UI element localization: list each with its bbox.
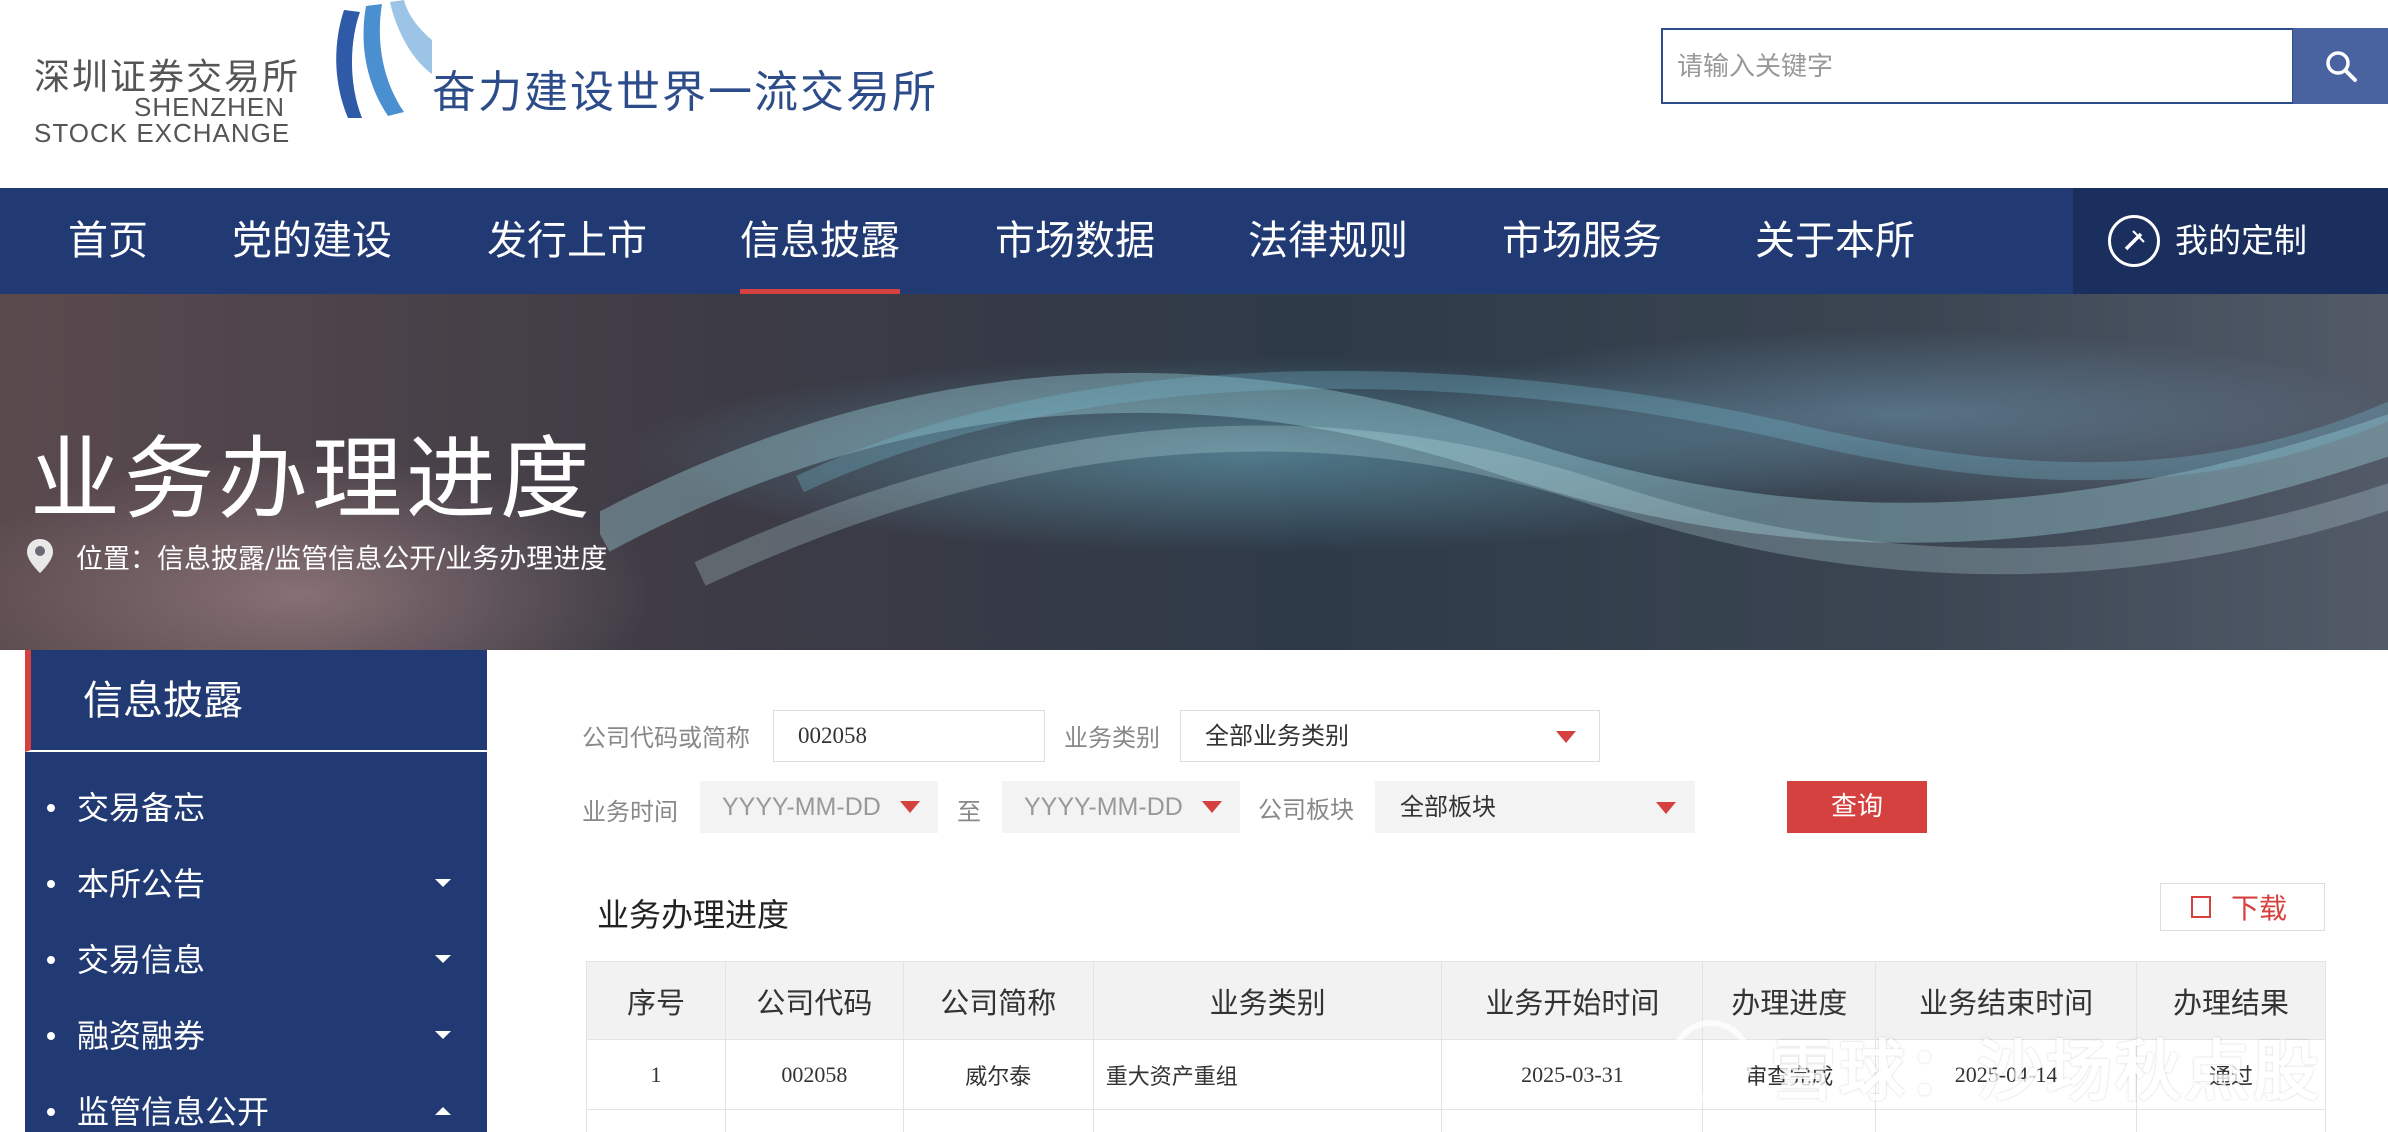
time-label: 业务时间 — [582, 798, 678, 826]
results-title: 业务办理进度 — [597, 896, 790, 934]
date-to-placeholder: YYYY-MM-DD — [1024, 793, 1183, 821]
date-from-input[interactable]: YYYY-MM-DD — [700, 781, 938, 833]
search-input[interactable] — [1663, 30, 2293, 102]
dropdown-arrow-icon — [1202, 801, 1222, 813]
column-header: 业务开始时间 — [1441, 961, 1704, 1040]
page-banner: 业务办理进度 位置：信息披露/监管信息公开/业务办理进度 — [0, 294, 2388, 650]
main-nav: 首页 党的建设 发行上市 信息披露 市场数据 法律规则 市场服务 关于本所 我的… — [0, 188, 2388, 294]
chevron-down-icon — [435, 879, 451, 887]
board-label: 公司板块 — [1258, 796, 1354, 824]
nav-item-services[interactable]: 市场服务 — [1502, 188, 1662, 294]
dropdown-arrow-icon — [1556, 731, 1576, 743]
logo-en-line2: STOCK EXCHANGE — [34, 118, 291, 148]
table-cell[interactable]: 002058 — [724, 1039, 904, 1110]
breadcrumb: 位置：信息披露/监管信息公开/业务办理进度 — [26, 536, 607, 576]
bullet-dot — [47, 804, 55, 812]
type-label: 业务类别 — [1064, 724, 1160, 752]
chevron-up-icon — [435, 1107, 451, 1115]
sidebar: 信息披露 交易备忘 本所公告 交易信息 融资融券 监管信息公开 — [25, 650, 487, 1132]
page-title: 业务办理进度 — [30, 427, 594, 532]
table-cell — [1441, 1109, 1704, 1132]
table-cell — [724, 1109, 904, 1132]
date-from-placeholder: YYYY-MM-DD — [722, 793, 881, 821]
sidebar-item-trading-info[interactable]: 交易信息 — [25, 922, 487, 998]
sidebar-header: 信息披露 — [25, 650, 487, 752]
bullet-dot — [47, 956, 55, 964]
nav-item-rules[interactable]: 法律规则 — [1248, 188, 1408, 294]
sidebar-item-label: 交易备忘 — [77, 789, 206, 827]
nav-item-home[interactable]: 首页 — [68, 188, 148, 294]
nav-item-disclosure[interactable]: 信息披露 — [740, 188, 900, 294]
code-label: 公司代码或简称 — [582, 724, 750, 752]
query-button[interactable]: 查询 — [1787, 781, 1927, 833]
sidebar-item-announcements[interactable]: 本所公告 — [25, 846, 487, 922]
nav-item-about[interactable]: 关于本所 — [1755, 188, 1915, 294]
to-label: 至 — [957, 798, 981, 826]
szse-logo[interactable]: 深圳证券交易所 SHENZHEN STOCK EXCHANGE — [34, 0, 432, 160]
chevron-down-icon — [435, 1031, 451, 1039]
nav-item-listing[interactable]: 发行上市 — [487, 188, 647, 294]
nav-item-party-building[interactable]: 党的建设 — [232, 188, 392, 294]
sidebar-item-margin-trading[interactable]: 融资融券 — [25, 998, 487, 1074]
site-slogan: 奋力建设世界一流交易所 — [432, 67, 938, 118]
download-label: 下载 — [2231, 892, 2288, 925]
xueqiu-watermark: 雪球：沙场秋点股 — [1670, 1018, 2330, 1110]
xueqiu-logo-icon — [1670, 1020, 1752, 1102]
table-cell — [586, 1109, 726, 1132]
download-icon — [2191, 896, 2211, 918]
sidebar-title: 信息披露 — [83, 678, 243, 724]
table-cell: 重大资产重组 — [1092, 1039, 1443, 1110]
dropdown-arrow-icon — [900, 801, 920, 813]
table-cell: 1 — [586, 1039, 726, 1110]
breadcrumb-text[interactable]: 位置：信息披露/监管信息公开/业务办理进度 — [76, 537, 607, 576]
date-to-input[interactable]: YYYY-MM-DD — [1002, 781, 1240, 833]
search-box — [1661, 28, 2294, 104]
column-header: 公司代码 — [724, 961, 904, 1040]
bullet-dot — [47, 1032, 55, 1040]
dropdown-arrow-icon — [1656, 802, 1676, 814]
sidebar-item-label: 本所公告 — [77, 865, 206, 903]
watermark-text: 雪球：沙场秋点股 — [1770, 1032, 2322, 1110]
sidebar-item-label: 监管信息公开 — [77, 1093, 270, 1131]
table-cell[interactable]: 威尔泰 — [902, 1039, 1094, 1110]
table-cell — [1092, 1109, 1443, 1132]
bullet-dot — [47, 1108, 55, 1116]
table-cell — [902, 1109, 1094, 1132]
column-header: 公司简称 — [902, 961, 1094, 1040]
search-icon — [2325, 51, 2357, 82]
column-header: 序号 — [586, 961, 726, 1040]
customize-icon — [2108, 215, 2160, 267]
my-custom-label: 我的定制 — [2175, 221, 2307, 260]
my-custom-button[interactable]: 我的定制 — [2073, 188, 2388, 294]
logo-mark-icon — [336, 0, 432, 118]
sidebar-item-regulatory-info[interactable]: 监管信息公开 — [25, 1074, 487, 1132]
site-header: 深圳证券交易所 SHENZHEN STOCK EXCHANGE 奋力建设世界一流… — [0, 0, 2388, 188]
type-select[interactable]: 全部业务类别 — [1180, 710, 1600, 762]
board-select[interactable]: 全部板块 — [1375, 781, 1695, 833]
sidebar-item-label: 融资融券 — [77, 1017, 206, 1055]
bullet-dot — [47, 880, 55, 888]
location-pin-icon — [27, 539, 53, 573]
banner-decoration — [600, 370, 2388, 586]
download-button[interactable]: 下载 — [2160, 883, 2325, 931]
code-input[interactable]: 002058 — [773, 710, 1045, 762]
type-select-value: 全部业务类别 — [1205, 722, 1349, 750]
sidebar-item-label: 交易信息 — [77, 941, 206, 979]
column-header: 业务类别 — [1092, 961, 1443, 1040]
chevron-down-icon — [435, 955, 451, 963]
table-cell: 2025-03-31 — [1441, 1039, 1704, 1110]
nav-item-market-data[interactable]: 市场数据 — [995, 188, 1155, 294]
board-select-value: 全部板块 — [1400, 793, 1496, 821]
search-button[interactable] — [2293, 28, 2388, 104]
sidebar-item-trading-memo[interactable]: 交易备忘 — [25, 770, 487, 846]
